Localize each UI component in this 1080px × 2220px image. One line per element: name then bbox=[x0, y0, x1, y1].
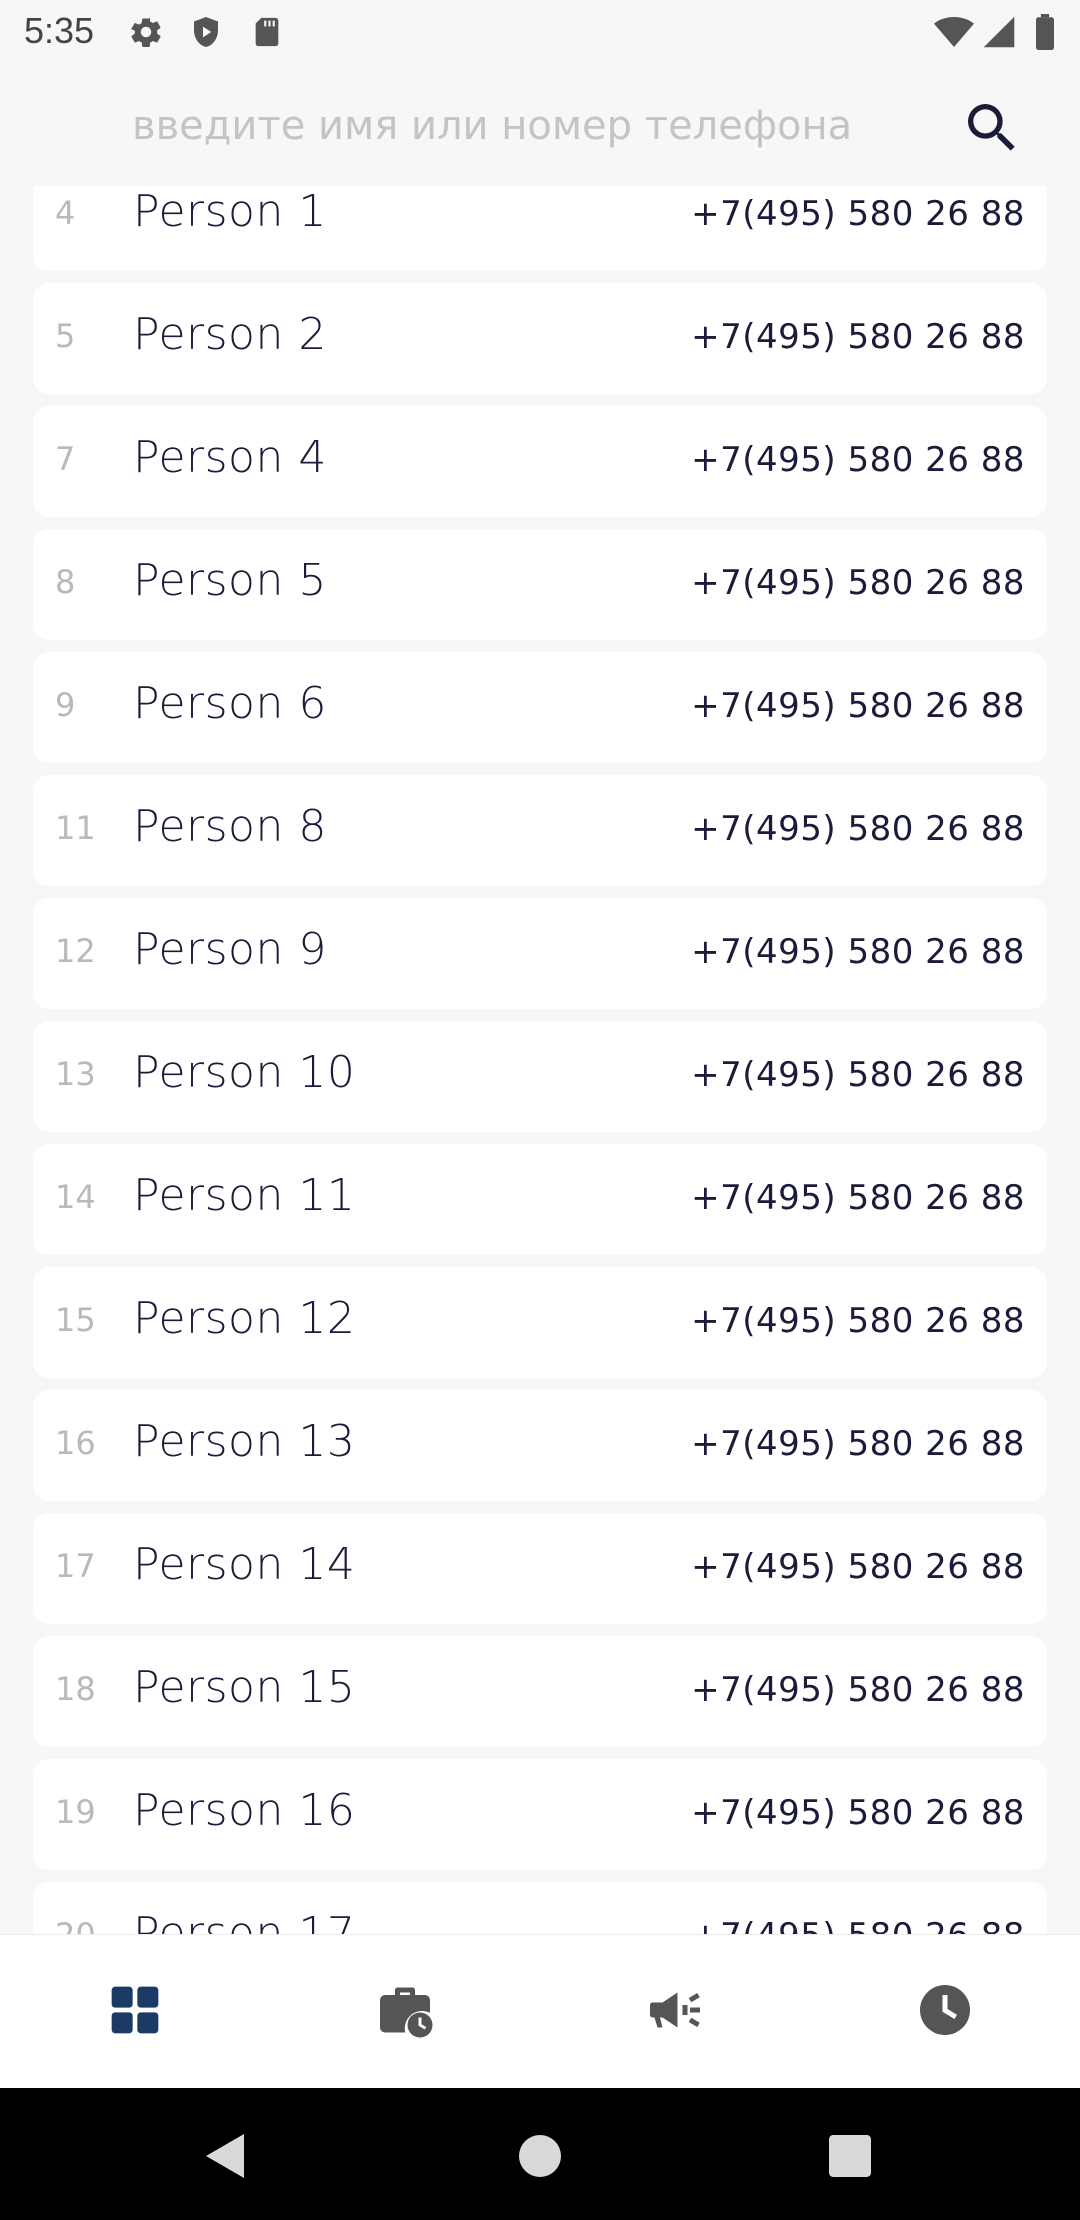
status-bar: 5:35 bbox=[0, 0, 1080, 66]
contact-index: 12 bbox=[55, 932, 96, 970]
nav-item-history[interactable] bbox=[810, 1935, 1080, 2089]
contact-row[interactable]: 7 Person 4 +7(495) 580 26 88 bbox=[33, 406, 1047, 517]
contact-index: 19 bbox=[55, 1793, 96, 1831]
recents-square-icon bbox=[829, 2135, 871, 2181]
contact-phone[interactable]: +7(495) 580 26 88 bbox=[691, 1916, 1025, 1934]
contact-name: Person 11 bbox=[133, 1170, 356, 1221]
search-input[interactable] bbox=[132, 96, 912, 156]
contact-phone[interactable]: +7(495) 580 26 88 bbox=[691, 317, 1025, 357]
nav-item-announcements[interactable] bbox=[540, 1935, 810, 2089]
contact-row[interactable]: 14 Person 11 +7(495) 580 26 88 bbox=[33, 1144, 1047, 1255]
recents-button[interactable] bbox=[820, 2128, 880, 2188]
home-button[interactable] bbox=[510, 2128, 570, 2188]
contact-row[interactable]: 13 Person 10 +7(495) 580 26 88 bbox=[33, 1021, 1047, 1132]
contact-phone[interactable]: +7(495) 580 26 88 bbox=[691, 1301, 1025, 1341]
contact-index: 8 bbox=[55, 563, 76, 601]
contact-phone[interactable]: +7(495) 580 26 88 bbox=[691, 1670, 1025, 1710]
contact-row[interactable]: 5 Person 2 +7(495) 580 26 88 bbox=[33, 283, 1047, 394]
sd-card-icon bbox=[250, 14, 284, 54]
contact-name: Person 1 bbox=[133, 186, 327, 237]
contact-row[interactable]: 11 Person 8 +7(495) 580 26 88 bbox=[33, 775, 1047, 886]
megaphone-icon bbox=[645, 1980, 705, 2044]
bottom-navigation bbox=[0, 1934, 1080, 2089]
home-circle-icon bbox=[519, 2135, 561, 2181]
system-navigation-bar bbox=[0, 2088, 1080, 2220]
contact-row[interactable]: 16 Person 13 +7(495) 580 26 88 bbox=[33, 1390, 1047, 1501]
contact-index: 4 bbox=[55, 194, 76, 232]
contact-phone[interactable]: +7(495) 580 26 88 bbox=[691, 1424, 1025, 1464]
contact-index: 7 bbox=[55, 440, 76, 478]
wifi-icon bbox=[934, 14, 974, 54]
contact-phone[interactable]: +7(495) 580 26 88 bbox=[691, 1178, 1025, 1218]
search-icon bbox=[960, 104, 1024, 164]
contact-name: Person 9 bbox=[133, 924, 327, 975]
contact-row[interactable]: 18 Person 15 +7(495) 580 26 88 bbox=[33, 1636, 1047, 1747]
gear-icon bbox=[128, 14, 164, 54]
back-button[interactable] bbox=[196, 2128, 256, 2188]
contact-row[interactable]: 4 Person 1 +7(495) 580 26 88 bbox=[33, 186, 1047, 271]
contact-name: Person 4 bbox=[133, 432, 327, 483]
grid-dashboard-icon bbox=[107, 1982, 163, 2042]
contact-name: Person 16 bbox=[133, 1785, 356, 1836]
contact-index: 5 bbox=[55, 317, 76, 355]
contact-phone[interactable]: +7(495) 580 26 88 bbox=[691, 440, 1025, 480]
contact-index: 17 bbox=[55, 1547, 96, 1585]
contact-phone[interactable]: +7(495) 580 26 88 bbox=[691, 1793, 1025, 1833]
contact-name: Person 13 bbox=[133, 1416, 356, 1467]
contact-name: Person 12 bbox=[133, 1293, 356, 1344]
back-triangle-icon bbox=[204, 2132, 248, 2184]
contact-row[interactable]: 12 Person 9 +7(495) 580 26 88 bbox=[33, 898, 1047, 1009]
contact-index: 16 bbox=[55, 1424, 96, 1462]
search-bar bbox=[0, 66, 1080, 186]
contact-row[interactable]: 9 Person 6 +7(495) 580 26 88 bbox=[33, 652, 1047, 763]
contact-name: Person 10 bbox=[133, 1047, 356, 1098]
contact-list[interactable]: 4 Person 1 +7(495) 580 26 88 5 Person 2 +7(49… bbox=[0, 186, 1080, 1934]
contact-name: Person 6 bbox=[133, 678, 327, 729]
contact-row[interactable]: 20 Person 17 +7(495) 580 26 88 bbox=[33, 1882, 1047, 1934]
nav-item-dashboard[interactable] bbox=[0, 1935, 270, 2089]
contact-row[interactable]: 17 Person 14 +7(495) 580 26 88 bbox=[33, 1513, 1047, 1624]
contact-index: 15 bbox=[55, 1301, 96, 1339]
contact-index: 20 bbox=[55, 1916, 96, 1934]
contact-phone[interactable]: +7(495) 580 26 88 bbox=[691, 1547, 1025, 1587]
contact-phone[interactable]: +7(495) 580 26 88 bbox=[691, 1055, 1025, 1095]
battery-icon bbox=[1034, 14, 1056, 54]
contact-row[interactable]: 19 Person 16 +7(495) 580 26 88 bbox=[33, 1759, 1047, 1870]
contact-phone[interactable]: +7(495) 580 26 88 bbox=[691, 563, 1025, 603]
status-time: 5:35 bbox=[24, 10, 95, 51]
contact-row[interactable]: 8 Person 5 +7(495) 580 26 88 bbox=[33, 529, 1047, 640]
contact-name: Person 2 bbox=[133, 309, 327, 360]
contact-name: Person 15 bbox=[133, 1662, 356, 1713]
contact-phone[interactable]: +7(495) 580 26 88 bbox=[691, 932, 1025, 972]
contact-phone[interactable]: +7(495) 580 26 88 bbox=[691, 194, 1025, 234]
contact-row[interactable]: 15 Person 12 +7(495) 580 26 88 bbox=[33, 1267, 1047, 1378]
contact-name: Person 8 bbox=[133, 801, 327, 852]
nav-item-work-schedule[interactable] bbox=[270, 1935, 540, 2089]
contact-phone[interactable]: +7(495) 580 26 88 bbox=[691, 686, 1025, 726]
contact-name: Person 14 bbox=[133, 1539, 356, 1590]
contact-index: 14 bbox=[55, 1178, 96, 1216]
contact-name: Person 5 bbox=[133, 555, 327, 606]
contact-index: 11 bbox=[55, 809, 96, 847]
contact-phone[interactable]: +7(495) 580 26 88 bbox=[691, 809, 1025, 849]
signal-icon bbox=[982, 14, 1016, 54]
contact-index: 13 bbox=[55, 1055, 96, 1093]
contact-index: 9 bbox=[55, 686, 76, 724]
clock-icon bbox=[915, 1980, 975, 2044]
search-button[interactable] bbox=[960, 96, 1024, 160]
shield-play-icon bbox=[188, 14, 224, 54]
contact-index: 18 bbox=[55, 1670, 96, 1708]
contact-name: Person 17 bbox=[133, 1908, 356, 1934]
briefcase-clock-icon bbox=[375, 1980, 435, 2044]
